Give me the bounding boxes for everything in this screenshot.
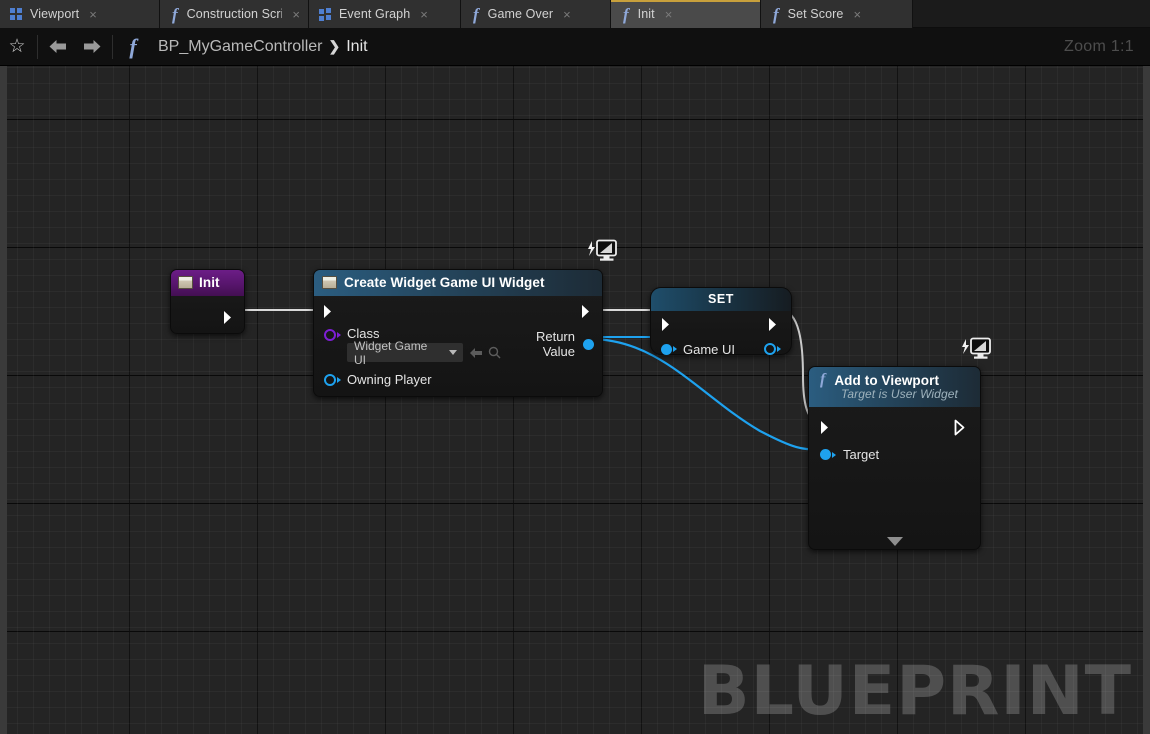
tab-event-graph[interactable]: Event Graph ×	[309, 0, 461, 28]
node-body	[171, 296, 244, 336]
grid-icon	[10, 7, 23, 21]
tab-label: Viewport	[30, 7, 80, 21]
pin-row-target: Target	[809, 437, 980, 462]
breadcrumb: BP_MyGameController ❯ Init	[158, 38, 368, 56]
forward-arrow-icon	[84, 40, 101, 53]
class-pin[interactable]	[324, 326, 341, 341]
node-header: f Add to Viewport Target is User Widget	[809, 367, 980, 407]
forward-button[interactable]	[75, 28, 109, 66]
target-label: Target	[843, 447, 880, 462]
vertical-scrollbar-left[interactable]	[0, 66, 7, 734]
toolbar-divider	[112, 34, 113, 59]
chevron-right-icon: ❯	[328, 38, 341, 54]
node-body: Target	[809, 407, 980, 470]
node-title: Init	[199, 275, 220, 290]
blueprint-editor-window: Viewport × f Construction Scrip × Event …	[0, 0, 1150, 734]
node-header: Create Widget Game UI Widget	[314, 270, 602, 296]
star-icon: ☆	[8, 36, 26, 57]
tab-label: Construction Scrip	[186, 7, 283, 21]
exec-out-pin[interactable]	[223, 310, 236, 325]
tab-label: Init	[637, 7, 655, 21]
owning-player-label: Owning Player	[347, 372, 432, 387]
return-value-label: Return Value	[535, 329, 575, 359]
event-node-icon	[178, 276, 193, 289]
breadcrumb-leaf: Init	[346, 37, 368, 55]
tab-viewport[interactable]: Viewport ×	[0, 0, 160, 28]
zoom-level: Zoom 1:1	[1064, 37, 1134, 55]
blueprint-graph-canvas[interactable]: Init Create Widget Game UI Widget Class …	[0, 66, 1150, 734]
pin-row-owning-player: Owning Player	[314, 362, 602, 387]
function-icon: f	[172, 4, 178, 24]
node-title: Create Widget Game UI Widget	[344, 275, 545, 290]
pin-row-exec	[809, 415, 980, 437]
tab-label: Game Over	[487, 7, 554, 21]
chevron-down-icon[interactable]	[886, 537, 903, 546]
pin-row-exec	[651, 313, 791, 335]
exec-out-pin[interactable]	[954, 419, 969, 436]
game-ui-label: Game UI	[683, 341, 736, 357]
blueprint-watermark: BLUEPRINT	[697, 652, 1132, 731]
toolbar-divider	[37, 34, 38, 59]
chevron-down-icon	[448, 350, 457, 355]
grid-icon	[319, 7, 332, 21]
close-icon[interactable]: ×	[853, 8, 861, 21]
node-set-game-ui[interactable]: SET Game UI	[650, 287, 792, 357]
owning-player-pin[interactable]	[324, 373, 341, 386]
breadcrumb-root[interactable]: BP_MyGameController	[158, 38, 323, 56]
function-icon: f	[473, 4, 479, 24]
node-subtitle: Target is User Widget	[841, 387, 958, 401]
node-title: Add to Viewport	[834, 372, 940, 388]
close-icon[interactable]: ×	[665, 8, 673, 21]
node-title: SET	[707, 292, 735, 306]
pin-row-class-return: Class Widget Game UI Return Value	[314, 322, 602, 367]
target-pin[interactable]	[820, 449, 836, 460]
close-icon[interactable]: ×	[292, 8, 300, 21]
tab-game-over[interactable]: f Game Over ×	[461, 0, 611, 28]
tab-init[interactable]: f Init ×	[611, 0, 761, 28]
node-add-to-viewport[interactable]: f Add to Viewport Target is User Widget	[808, 337, 991, 550]
class-dropdown[interactable]: Widget Game UI	[347, 339, 463, 367]
exec-out-pin[interactable]	[768, 317, 781, 332]
function-icon: f	[623, 4, 629, 24]
back-button[interactable]	[41, 28, 75, 66]
tab-construction-script[interactable]: f Construction Scrip ×	[160, 0, 309, 28]
exec-in-pin[interactable]	[820, 420, 833, 435]
tab-set-score[interactable]: f Set Score ×	[761, 0, 913, 28]
latent-monitor-icon	[960, 337, 992, 361]
node-event-init[interactable]: Init	[170, 269, 245, 334]
node-create-widget[interactable]: Create Widget Game UI Widget Class Widge…	[313, 239, 617, 397]
widget-node-icon	[322, 276, 337, 289]
pin-row-exec	[314, 300, 602, 322]
pin-row-variable: Game UI	[651, 335, 791, 357]
graph-type-icon-wrap: f	[116, 28, 150, 66]
vertical-scrollbar-right[interactable]	[1143, 66, 1150, 734]
return-value-pin[interactable]: Return Value	[501, 326, 594, 359]
graph-toolbar: ☆ f BP_MyGameController ❯ Init Zoom 1:1	[0, 28, 1150, 66]
use-selected-asset-icon[interactable]	[469, 347, 483, 359]
favorite-button[interactable]: ☆	[0, 28, 34, 66]
latent-monitor-icon	[586, 239, 618, 263]
close-icon[interactable]: ×	[420, 8, 428, 21]
node-body: Game UI	[651, 311, 791, 365]
function-icon: f	[129, 33, 137, 59]
tab-bar: Viewport × f Construction Scrip × Event …	[0, 0, 1150, 28]
close-icon[interactable]: ×	[89, 8, 97, 21]
back-arrow-icon	[49, 40, 66, 53]
tab-label: Event Graph	[339, 7, 411, 21]
pin-row-exec-out	[171, 306, 244, 328]
browse-asset-icon[interactable]	[488, 346, 501, 359]
exec-in-pin[interactable]	[323, 304, 336, 319]
game-ui-out-pin[interactable]	[764, 343, 781, 355]
node-header: SET	[651, 288, 791, 311]
function-icon: f	[820, 371, 826, 388]
exec-in-pin[interactable]	[661, 317, 674, 332]
game-ui-in-pin[interactable]	[661, 343, 672, 355]
node-body: Class Widget Game UI Return Value Owning…	[314, 296, 602, 395]
close-icon[interactable]: ×	[563, 8, 571, 21]
tab-bar-filler	[913, 0, 1150, 27]
tab-label: Set Score	[787, 7, 844, 21]
function-icon: f	[773, 4, 779, 24]
exec-out-pin[interactable]	[581, 304, 594, 319]
node-header: Init	[171, 270, 244, 296]
